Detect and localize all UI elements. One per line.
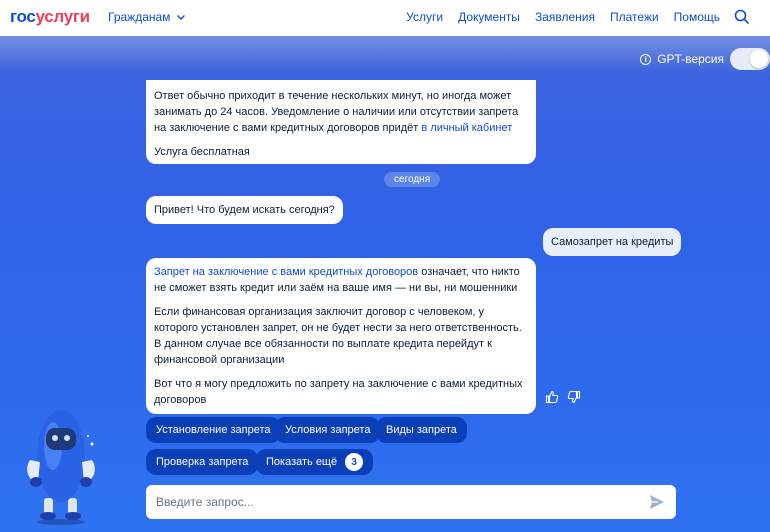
chat-input[interactable] [156,495,648,509]
bot-message: Привет! Что будем искать сегодня? [146,196,343,224]
top-header: госуслуги Гражданам Услуги Документы Зая… [0,0,770,36]
chip-ban-types[interactable]: Виды запрета [376,417,467,443]
gosuslugi-logo[interactable]: госуслуги [10,7,90,27]
bot-message: Ответ обычно приходит в течение нескольк… [146,80,536,164]
main-nav: Услуги Документы Заявления Платежи Помощ… [406,10,720,24]
nav-help[interactable]: Помощь [674,10,720,24]
message-paragraph: Ответ обычно приходит в течение нескольк… [154,90,519,134]
nav-documents[interactable]: Документы [458,10,520,24]
gpt-switch[interactable] [730,48,770,70]
audience-label: Гражданам [108,10,171,24]
switch-knob [750,50,768,68]
chip-show-more[interactable]: Показать ещё 3 [256,449,374,475]
credit-ban-link[interactable]: Запрет на заключение с вами кредитных до… [154,266,418,278]
chat-area: i GPT-версия Ответ обычно приходит в теч… [0,36,770,532]
gpt-version-toggle: i GPT-версия [640,48,770,70]
chip-check-ban[interactable]: Проверка запрета [146,449,259,475]
send-icon[interactable] [648,493,666,511]
thumbs-up-icon[interactable] [545,390,559,404]
more-count-badge: 3 [345,453,364,471]
robot-mascot-illustration [27,410,95,525]
info-icon[interactable]: i [640,53,652,65]
message-paragraph: Вот что я могу предложить по запрету на … [154,378,523,406]
feedback-buttons [545,390,581,404]
user-message: Самозапрет на кредиты [543,228,682,256]
bot-message: Запрет на заключение с вами кредитных до… [146,258,536,414]
audience-dropdown[interactable]: Гражданам [108,10,186,24]
date-separator: сегодня [384,172,441,187]
gpt-label: GPT-версия [657,52,724,66]
personal-cabinet-link[interactable]: в личный кабинет [421,122,512,134]
logo-part-gos: гос [10,7,36,26]
message-paragraph: Запрет на заключение с вами кредитных до… [154,266,520,294]
chip-set-ban[interactable]: Установление запрета [146,417,281,443]
search-icon[interactable] [734,9,750,25]
nav-applications[interactable]: Заявления [535,10,595,24]
nav-services[interactable]: Услуги [406,10,443,24]
chat-input-bar [146,485,676,519]
chip-ban-conditions[interactable]: Условия запрета [275,417,381,443]
nav-payments[interactable]: Платежи [610,10,659,24]
message-paragraph: Если финансовая организация заключит дог… [154,306,522,366]
logo-part-uslugi: услуги [35,7,91,26]
show-more-label: Показать ещё [266,456,338,468]
thumbs-down-icon[interactable] [567,390,581,404]
chevron-down-icon [177,15,186,20]
message-paragraph: Услуга бесплатная [154,146,250,158]
